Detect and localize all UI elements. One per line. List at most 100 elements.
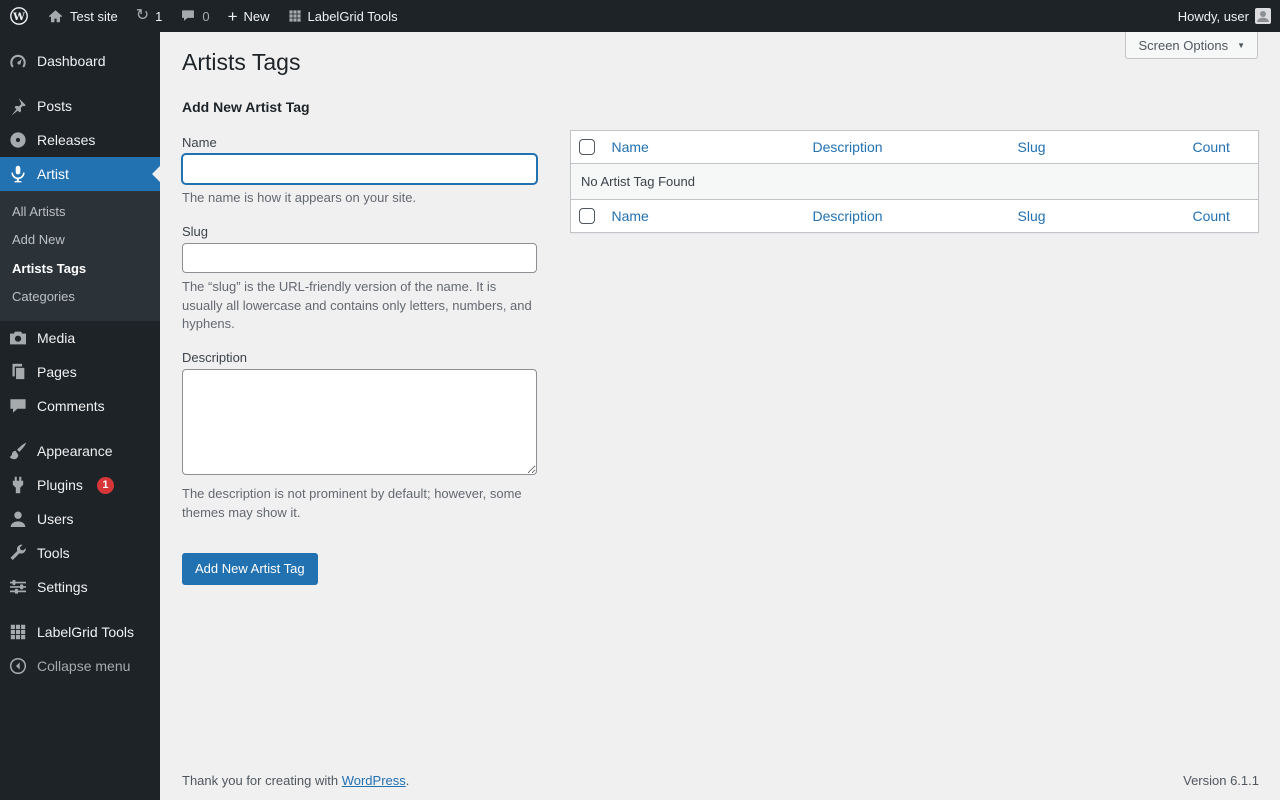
camera-icon [8, 328, 28, 348]
submenu-item-categories[interactable]: Categories [0, 283, 160, 311]
admin-bar-right: Howdy, user [1169, 0, 1280, 32]
sidebar-item-label: Dashboard [37, 53, 106, 69]
column-footer-name: Name [604, 199, 805, 232]
tags-table: Name Description Slug Count No Artist Ta… [570, 129, 1259, 233]
sidebar-item-releases[interactable]: Releases [0, 123, 160, 157]
sidebar-item-labelgrid-tools[interactable]: LabelGrid Tools [0, 615, 160, 649]
screen-options-button[interactable]: Screen Options ▼ [1125, 32, 1258, 59]
admin-bar-left: W Test site ↻ 1 0 + New LabelGrid Tools [0, 0, 407, 32]
empty-message: No Artist Tag Found [570, 163, 1259, 200]
sort-description-link[interactable]: Description [813, 139, 883, 155]
sort-count-link[interactable]: Count [1193, 139, 1230, 155]
comment-bubble-icon [8, 396, 28, 416]
dashboard-icon [8, 51, 28, 71]
tags-table-container: Name Description Slug Count No Artist Ta… [570, 78, 1259, 233]
main-content: Screen Options ▼ Artists Tags Add New Ar… [160, 0, 1280, 800]
user-icon [8, 509, 28, 529]
submenu-item-all-artists[interactable]: All Artists [0, 198, 160, 226]
updates-menu[interactable]: ↻ 1 [127, 0, 172, 32]
footer-thanks-suffix: . [405, 773, 410, 788]
wordpress-logo-menu[interactable]: W [0, 0, 38, 32]
sort-count-link-bottom[interactable]: Count [1193, 208, 1230, 224]
empty-row: No Artist Tag Found [570, 163, 1259, 200]
admin-bar: W Test site ↻ 1 0 + New LabelGrid Tools … [0, 0, 1280, 32]
footer-thanks-prefix: Thank you for creating with [182, 773, 342, 788]
menu-separator [0, 78, 160, 89]
sort-description-link-bottom[interactable]: Description [813, 208, 883, 224]
chevron-down-icon: ▼ [1237, 40, 1245, 50]
description-textarea[interactable] [182, 369, 537, 476]
select-all-checkbox[interactable] [579, 138, 595, 155]
admin-sidebar: Dashboard Posts Releases Artist All Arti… [0, 32, 160, 800]
content-columns: Add New Artist Tag Name The name is how … [182, 78, 1259, 586]
sidebar-item-label: Appearance [37, 443, 113, 460]
avatar [1255, 8, 1271, 24]
howdy-text: Howdy, user [1177, 8, 1249, 24]
admin-footer: Thank you for creating with WordPress. V… [182, 773, 1259, 788]
sort-slug-link[interactable]: Slug [1018, 139, 1046, 155]
sidebar-item-appearance[interactable]: Appearance [0, 434, 160, 468]
plugins-update-badge: 1 [96, 476, 114, 494]
artist-submenu: All Artists Add New Artists Tags Categor… [0, 191, 160, 322]
site-name-menu[interactable]: Test site [38, 0, 127, 32]
collapse-menu-label: Collapse menu [37, 658, 131, 675]
sidebar-item-label: Tools [37, 545, 70, 562]
comment-icon [180, 8, 196, 24]
sidebar-item-plugins[interactable]: Plugins 1 [0, 468, 160, 502]
submenu-item-artists-tags[interactable]: Artists Tags [0, 255, 160, 283]
name-input[interactable] [182, 153, 537, 184]
comments-menu[interactable]: 0 [171, 0, 218, 32]
account-menu[interactable]: Howdy, user [1169, 0, 1280, 32]
record-icon [8, 130, 28, 150]
sidebar-item-label: Media [37, 330, 76, 347]
name-help-text: The name is how it appears on your site. [182, 189, 417, 205]
wordpress-logo-icon: W [9, 6, 29, 26]
sidebar-item-label: Pages [37, 364, 77, 381]
sidebar-item-artist[interactable]: Artist [0, 157, 160, 191]
sort-name-link-bottom[interactable]: Name [612, 208, 649, 224]
sidebar-item-posts[interactable]: Posts [0, 89, 160, 123]
sidebar-item-dashboard[interactable]: Dashboard [0, 44, 160, 78]
site-name: Test site [70, 8, 118, 24]
name-label: Name [182, 134, 217, 150]
sidebar-item-label: Posts [37, 98, 73, 114]
labelgrid-tools-menu[interactable]: LabelGrid Tools [279, 0, 407, 32]
select-all-checkbox-bottom[interactable] [579, 207, 595, 224]
comment-count: 0 [202, 8, 210, 24]
collapse-menu-button[interactable]: Collapse menu [0, 649, 160, 683]
wordpress-link[interactable]: WordPress [342, 773, 406, 788]
sidebar-item-users[interactable]: Users [0, 502, 160, 536]
home-icon [47, 8, 64, 25]
sidebar-item-tools[interactable]: Tools [0, 536, 160, 570]
microphone-icon [8, 164, 28, 184]
page-title: Artists Tags [182, 49, 301, 75]
collapse-arrow-icon [8, 656, 28, 676]
update-count: 1 [155, 8, 163, 24]
sort-name-link[interactable]: Name [612, 139, 649, 155]
column-footer-count: Count [1185, 199, 1259, 232]
sort-slug-link-bottom[interactable]: Slug [1018, 208, 1046, 224]
table-header-row: Name Description Slug Count [570, 130, 1259, 164]
sidebar-item-media[interactable]: Media [0, 321, 160, 355]
add-tag-form: Add New Artist Tag Name The name is how … [182, 78, 537, 586]
plug-icon [8, 475, 28, 495]
column-footer-slug: Slug [1010, 199, 1185, 232]
pages-icon [8, 362, 28, 382]
column-footer-description: Description [805, 199, 1010, 232]
sidebar-item-label: Artist [37, 166, 69, 182]
slug-input[interactable] [182, 242, 537, 273]
column-header-count: Count [1185, 130, 1259, 163]
form-heading: Add New Artist Tag [182, 98, 310, 115]
grid-icon [8, 622, 28, 642]
brush-icon [8, 441, 28, 461]
sidebar-item-settings[interactable]: Settings [0, 570, 160, 604]
submenu-item-add-new[interactable]: Add New [0, 226, 160, 254]
screen-options-label: Screen Options [1138, 37, 1229, 53]
footer-thanks: Thank you for creating with WordPress. [182, 773, 409, 788]
sidebar-item-comments[interactable]: Comments [0, 389, 160, 423]
new-menu[interactable]: + New [219, 0, 279, 32]
sidebar-item-pages[interactable]: Pages [0, 355, 160, 389]
table-footer-row: Name Description Slug Count [570, 199, 1259, 232]
add-new-artist-tag-button[interactable]: Add New Artist Tag [182, 552, 318, 586]
sidebar-item-label: Plugins [37, 477, 83, 494]
